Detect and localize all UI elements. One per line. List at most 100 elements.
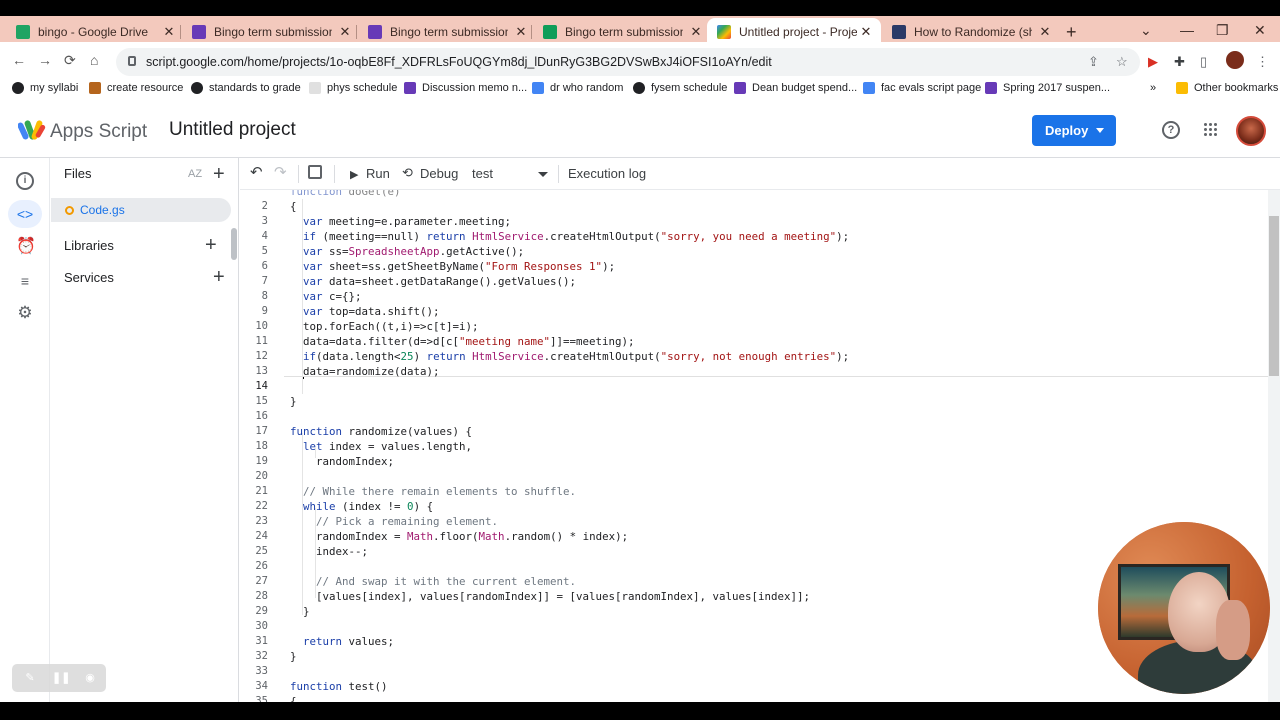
add-file-plus-icon[interactable]: + [213,164,225,184]
browser-tab-5-active[interactable]: Untitled project - Project E ✕ [707,18,881,46]
code-line[interactable]: 16 [240,409,1268,424]
undo-icon[interactable]: ↶ [250,163,263,181]
close-icon[interactable]: ✕ [859,24,873,40]
browser-tab-4[interactable]: Bingo term submissions (Re ✕ [543,20,703,44]
close-icon[interactable]: ✕ [1038,24,1052,40]
webcam-toggle-icon[interactable]: ◉ [82,670,98,686]
window-close-icon[interactable]: ✕ [1254,22,1266,39]
kebab-menu-icon[interactable]: ⋮ [1256,54,1269,70]
code-text: if(data.length<25) return HtmlService.cr… [303,350,850,363]
home-icon[interactable]: ⌂ [90,52,98,68]
code-line[interactable]: 12 if(data.length<25) return HtmlService… [240,349,1268,364]
bookmark-item[interactable]: phys schedule [309,82,397,94]
code-line[interactable]: 22 while (index != 0) { [240,499,1268,514]
code-line[interactable]: 2{ [240,199,1268,214]
code-line[interactable]: 15} [240,394,1268,409]
close-icon[interactable]: ✕ [162,24,176,40]
other-bookmarks[interactable]: Other bookmarks [1176,82,1278,94]
add-library-plus-icon[interactable]: + [205,235,217,255]
lock-icon [128,56,136,66]
maximize-icon[interactable]: ❐ [1216,22,1229,39]
execution-log-button[interactable]: Execution log [568,166,646,181]
services-heading: Services [64,270,114,285]
close-icon[interactable]: ✕ [514,24,528,40]
sort-az-icon[interactable]: AZ [188,168,202,180]
code-line[interactable]: 9 var top=data.shift(); [240,304,1268,319]
deploy-button[interactable]: Deploy [1032,115,1116,146]
save-disk-icon[interactable] [308,165,322,179]
tab-label: How to Randomize (shuffle [914,25,1032,39]
bookmark-item[interactable]: standards to grade [191,82,301,94]
run-button[interactable]: Run [366,166,390,181]
bookmark-item[interactable]: Dean budget spend... [734,82,857,94]
run-play-icon[interactable]: ▶ [350,168,358,181]
back-arrow-icon[interactable]: ← [12,52,26,68]
browser-tab-6[interactable]: How to Randomize (shuffle ✕ [892,20,1052,44]
code-line[interactable]: 11 data=data.filter(d=>d[c["meeting name… [240,334,1268,349]
code-line[interactable]: 3 var meeting=e.parameter.meeting; [240,214,1268,229]
pause-icon[interactable]: ❚❚ [52,670,70,686]
line-number: 6 [261,260,268,272]
bookmark-item[interactable]: dr who random [532,82,623,94]
code-line[interactable]: 13 data=randomize(data); [240,364,1268,379]
share-icon[interactable]: ⇪ [1088,54,1099,70]
function-select[interactable]: test [466,162,550,186]
profile-avatar-icon[interactable] [1226,51,1244,69]
line-number: 23 [255,515,268,527]
code-line[interactable]: function doGet(e) [240,190,1268,199]
code-line[interactable]: 17 function randomize(values) { [240,424,1268,439]
triggers-alarm-icon[interactable]: ⏰ [16,238,36,256]
new-tab-plus-icon[interactable]: + [1066,22,1077,43]
add-service-plus-icon[interactable]: + [213,267,225,287]
close-icon[interactable]: ✕ [338,24,352,40]
google-apps-grid-icon[interactable] [1204,123,1218,137]
code-line[interactable]: 20 [240,469,1268,484]
more-bookmarks-chevron-icon[interactable]: » [1150,82,1156,94]
code-line[interactable]: 19 randomIndex; [240,454,1268,469]
tab-search-chevron-icon[interactable]: ⌄ [1140,22,1152,39]
bookmark-item[interactable]: fysem schedule [633,82,727,94]
file-item-code-gs[interactable]: Code.gs [51,198,231,222]
panel-scrollbar[interactable] [231,228,237,260]
code-line[interactable]: 18 let index = values.length, [240,439,1268,454]
code-line[interactable]: 4 if (meeting==null) return HtmlService.… [240,229,1268,244]
reload-icon[interactable]: ⟳ [64,52,76,69]
minimize-icon[interactable]: — [1180,22,1194,38]
bookmark-star-icon[interactable]: ☆ [1116,54,1128,70]
code-line[interactable]: 6 var sheet=ss.getSheetByName("Form Resp… [240,259,1268,274]
bookmark-item[interactable]: create resource [89,82,183,94]
account-avatar[interactable] [1236,116,1266,146]
editor-code-icon[interactable]: <> [8,200,42,228]
annotate-pencil-icon[interactable]: ✎ [22,670,38,686]
url-bar[interactable]: script.google.com/home/projects/1o-oqbE8… [116,48,1140,76]
code-line[interactable]: 10 top.forEach((t,i)=>c[t]=i); [240,319,1268,334]
bookmark-item[interactable]: fac evals script page [863,82,981,94]
close-icon[interactable]: ✕ [689,24,703,40]
code-line[interactable]: 7 var data=sheet.getDataRange().getValue… [240,274,1268,289]
scrollbar-thumb[interactable] [1269,216,1279,376]
browser-tab-3[interactable]: Bingo term submissions ✕ [368,20,528,44]
bookmark-item[interactable]: my syllabi [12,82,78,94]
browser-tab-1[interactable]: bingo - Google Drive ✕ [16,20,176,44]
code-line[interactable]: 21 // While there remain elements to shu… [240,484,1268,499]
project-title[interactable]: Untitled project [169,119,296,141]
extensions-puzzle-icon[interactable]: ✚ [1174,54,1185,70]
code-line[interactable]: 14 [240,379,1268,394]
tab-divider [531,25,532,39]
debug-icon[interactable]: ⟲ [402,165,413,181]
browser-tab-2[interactable]: Bingo term submissions - G ✕ [192,20,352,44]
settings-gear-icon[interactable]: ⚙ [16,304,34,322]
code-line[interactable]: 5 var ss=SpreadsheetApp.getActive(); [240,244,1268,259]
redo-icon[interactable]: ↷ [274,163,287,181]
bookmark-item[interactable]: Discussion memo n... [404,82,527,94]
side-panel-icon[interactable]: ▯ [1200,54,1207,70]
bookmark-item[interactable]: Spring 2017 suspen... [985,82,1110,94]
overview-info-icon[interactable]: i [16,172,34,190]
code-line[interactable]: 8 var c={}; [240,289,1268,304]
debug-button[interactable]: Debug [420,166,458,181]
youtube-extension-icon[interactable]: ▶ [1148,54,1158,70]
forward-arrow-icon[interactable]: → [38,52,52,68]
executions-list-icon[interactable]: ≡ [16,272,34,290]
help-icon[interactable]: ? [1162,121,1180,139]
code-line[interactable]: 35 { [240,694,1268,702]
